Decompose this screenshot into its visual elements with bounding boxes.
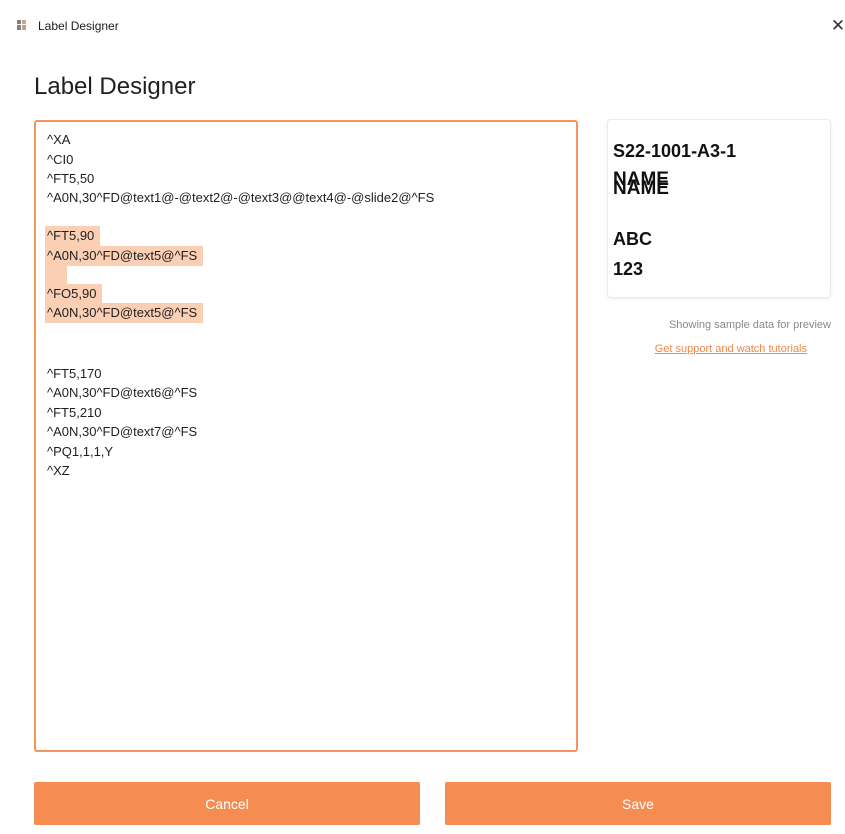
save-button[interactable]: Save (445, 782, 831, 825)
window-title: Label Designer (38, 19, 119, 33)
code-line: ^XZ (47, 463, 70, 478)
app-icon (17, 20, 29, 30)
title-bar: Label Designer ✕ (0, 0, 845, 40)
code-line: ^FT5,210 (47, 405, 102, 420)
preview-line: 123 (613, 259, 644, 279)
code-line: ^FT5,50 (47, 171, 95, 186)
code-line: ^CI0 (47, 152, 74, 167)
code-line: ^A0N,30^FD@text7@^FS (47, 424, 198, 439)
label-preview: S22-1001-A3-1 NAME NAME ABC 123 (607, 119, 831, 298)
zpl-code-editor[interactable]: ^XA ^CI0 ^FT5,50 ^A0N,30^FD@text1@-@text… (34, 120, 578, 752)
highlighted-code-line: ^FO5,90 (45, 284, 103, 304)
code-line: ^FT5,170 (47, 366, 102, 381)
preview-line: NAME (613, 178, 669, 199)
preview-note: Showing sample data for preview (668, 319, 831, 331)
highlighted-blank-line (45, 265, 67, 285)
code-line: ^A0N,30^FD@text6@^FS (47, 385, 198, 400)
preview-line: ABC (613, 229, 652, 249)
code-line: ^A0N,30^FD@text1@-@text2@-@text3@@text4@… (47, 190, 435, 205)
close-icon[interactable]: ✕ (828, 14, 845, 38)
highlighted-code-line: ^FT5,90 (45, 226, 101, 246)
support-link[interactable]: Get support and watch tutorials (607, 343, 807, 355)
code-line: ^PQ1,1,1,Y (47, 444, 114, 459)
highlighted-code-line: ^A0N,30^FD@text5@^FS (45, 303, 204, 323)
code-line: ^XA (47, 132, 71, 147)
preview-line: S22-1001-A3-1 (613, 141, 737, 161)
cancel-button[interactable]: Cancel (34, 782, 420, 825)
page-title: Label Designer (34, 73, 196, 100)
highlighted-code-line: ^A0N,30^FD@text5@^FS (45, 246, 204, 266)
